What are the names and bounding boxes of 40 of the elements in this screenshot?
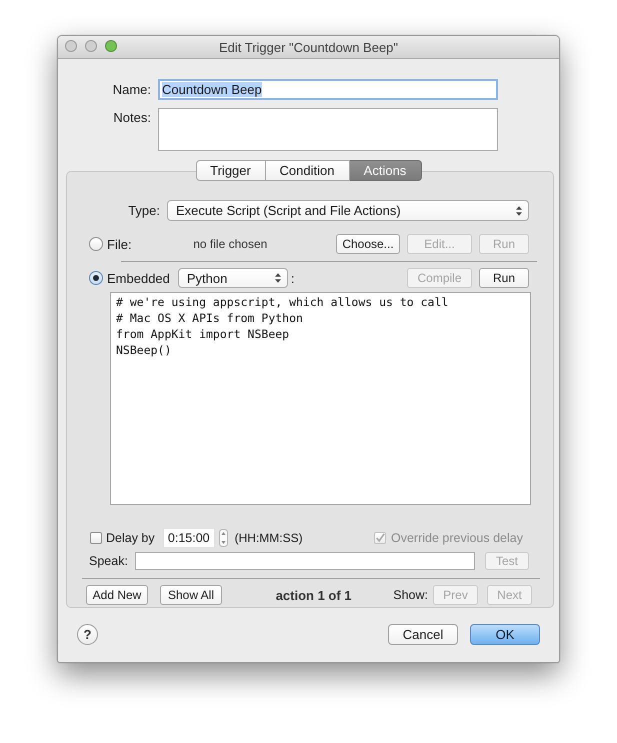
name-field[interactable]: Countdown Beep (158, 79, 498, 100)
show-label: Show: (393, 588, 428, 602)
zoom-button[interactable] (105, 40, 117, 52)
help-button[interactable]: ? (77, 624, 98, 645)
time-format-hint: (HH:MM:SS) (234, 531, 303, 545)
action-counter: action 1 of 1 (276, 588, 352, 602)
minimize-button[interactable] (85, 40, 97, 52)
window-title: Edit Trigger "Countdown Beep" (218, 40, 398, 54)
delay-label: Delay by (106, 531, 155, 545)
stepper[interactable] (218, 529, 228, 547)
script-editor[interactable]: # we're using appscript, which allows us to call # Mac OS X APIs from Python from AppKit import NSBeep NSBeep() (110, 292, 531, 505)
override-label: Override previous delay (390, 531, 523, 545)
delay-time-field[interactable]: 0:15:00 (162, 528, 215, 548)
embedded-radio-button[interactable] (89, 271, 103, 285)
notes-label: Notes: (112, 109, 151, 125)
tab[interactable]: Condition (266, 160, 350, 181)
colon-text: : (290, 270, 295, 286)
close-button[interactable] (65, 40, 77, 52)
cancel-button[interactable]: Cancel (388, 624, 458, 645)
tab[interactable]: Actions (350, 160, 422, 181)
delay-checkbox[interactable] (90, 532, 102, 544)
show-all-button[interactable]: Show All (160, 585, 222, 605)
type-label: Type: (127, 203, 160, 218)
tab[interactable]: Trigger (196, 160, 266, 181)
speak-label: Speak: (89, 554, 128, 568)
add-new-button[interactable]: Add New (86, 585, 148, 605)
file-status-text: no file chosen (192, 237, 268, 251)
name-label: Name: (112, 82, 151, 97)
speak-field[interactable] (134, 552, 475, 570)
notes-field[interactable] (158, 108, 498, 151)
type-dropdown[interactable]: Execute Script (Script and File Actions) (167, 200, 529, 221)
updown-arrows-icon (516, 206, 522, 216)
ok-button[interactable]: OK (470, 624, 540, 645)
run-button[interactable]: Run (479, 268, 529, 288)
embedded-label: Embedded (107, 270, 170, 286)
file-radio-button[interactable] (89, 237, 103, 251)
updown-arrows-icon (274, 273, 281, 283)
file-label: File: (107, 236, 132, 252)
choose-button[interactable]: Choose... (336, 234, 400, 254)
language-dropdown[interactable]: Python (178, 268, 288, 288)
